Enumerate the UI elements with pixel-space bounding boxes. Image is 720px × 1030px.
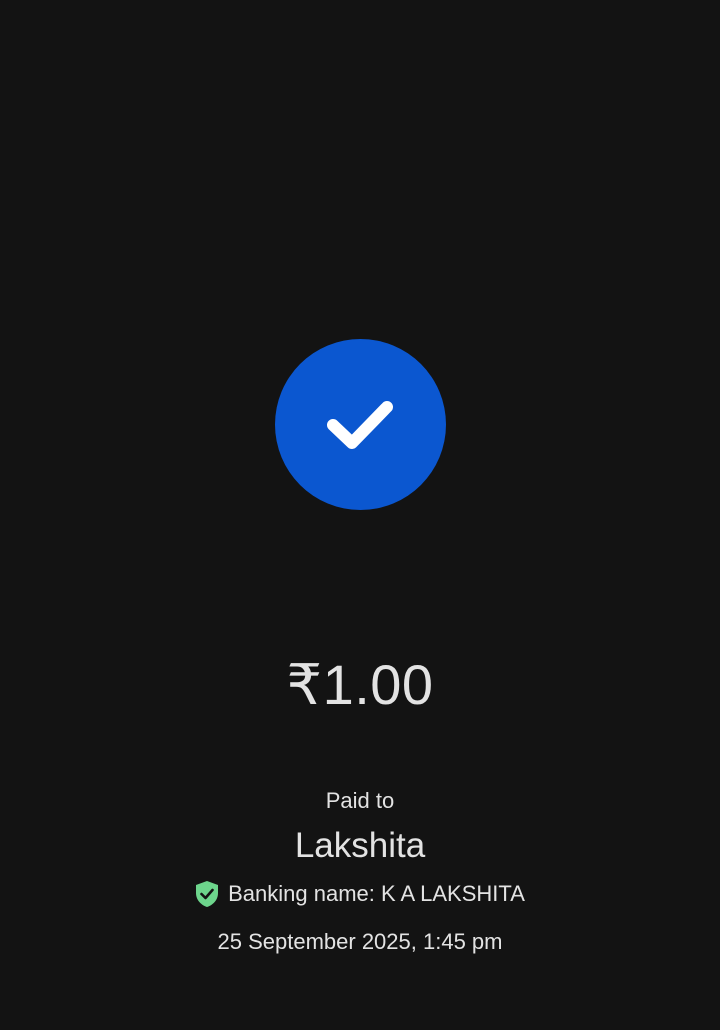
payment-amount: ₹1.00 (286, 653, 434, 716)
payment-timestamp: 25 September 2025, 1:45 pm (217, 929, 503, 954)
verified-shield-icon (195, 880, 219, 908)
banking-name-row: Banking name: K A LAKSHITA (0, 878, 720, 910)
payee-name: Lakshita (294, 826, 426, 865)
banking-name-text: Banking name: K A LAKSHITA (228, 881, 525, 906)
success-check-circle (275, 339, 446, 510)
check-icon (326, 400, 393, 449)
paid-to-label: Paid to (325, 788, 395, 813)
